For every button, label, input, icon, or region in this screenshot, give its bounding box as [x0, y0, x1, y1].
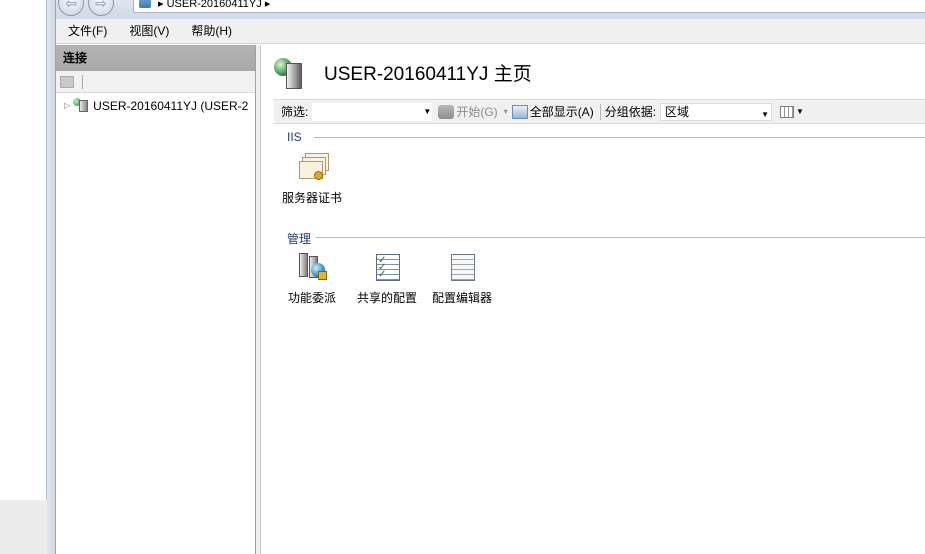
filter-toolbar: 筛选: ▼ 开始(G) ▾ 全部显示(A) 分组依据: 区域 ▼ ▼	[274, 99, 925, 124]
tree-node-server[interactable]: ▷ USER-20160411YJ (USER-2	[64, 98, 248, 113]
feature-delegation[interactable]: 功能委派	[275, 251, 349, 306]
menu-bar: 文件(F) 视图(V) 帮助(H)	[56, 19, 925, 44]
chevron-down-icon[interactable]: ▼	[423, 107, 431, 116]
toolbar-separator	[82, 74, 83, 89]
feature-server-certificates[interactable]: 服务器证书	[275, 151, 349, 206]
start-filter-button[interactable]: 开始(G)	[438, 103, 498, 120]
section-management: 管理	[274, 230, 925, 247]
page-title: USER-20160411YJ 主页	[324, 64, 532, 85]
view-mode-button[interactable]: ▼	[780, 105, 804, 118]
group-by-value: 区域	[665, 104, 690, 119]
show-all-button[interactable]: 全部显示(A)	[511, 103, 594, 120]
filter-label: 筛选:	[281, 105, 309, 119]
feature-shared-configuration[interactable]: ✓ ✓ ✓ 共享的配置	[350, 251, 424, 306]
group-by-select[interactable]: 区域 ▼	[660, 102, 773, 121]
binoculars-icon	[438, 104, 455, 119]
section-iis: IIS	[274, 130, 925, 144]
desktop-strip-bottom	[0, 500, 47, 554]
back-button[interactable]: ⇦	[58, 0, 84, 16]
menu-view[interactable]: 视图(V)	[117, 19, 179, 44]
feature-label: 服务器证书	[281, 191, 342, 205]
menu-file[interactable]: 文件(F)	[56, 19, 117, 44]
filter-input[interactable]: ▼	[312, 102, 433, 121]
menu-help[interactable]: 帮助(H)	[179, 19, 242, 44]
configuration-editor-icon	[445, 251, 479, 285]
connect-icon[interactable]	[60, 75, 74, 88]
pane-splitter[interactable]	[256, 45, 261, 554]
server-icon	[73, 98, 89, 113]
feature-label: 共享的配置	[356, 291, 417, 305]
chevron-down-icon[interactable]: ▾	[504, 107, 508, 116]
section-divider	[314, 237, 925, 238]
server-icon	[139, 0, 151, 8]
address-bar[interactable]: ▸ USER-20160411YJ ▸	[133, 0, 925, 13]
expand-icon[interactable]: ▷	[64, 101, 70, 110]
toolbar-separator	[599, 103, 601, 120]
chevron-down-icon: ▼	[761, 109, 770, 119]
section-label: 管理	[287, 230, 317, 247]
address-path: ▸ USER-20160411YJ ▸	[158, 0, 271, 10]
forward-arrow-icon: ⇨	[95, 0, 107, 11]
desktop-strip	[0, 0, 47, 554]
navigation-bar: ⇦ ⇨ ▸ USER-20160411YJ ▸	[56, 0, 925, 19]
feature-label: 配置编辑器	[431, 291, 492, 305]
group-by-label: 分组依据:	[604, 105, 657, 119]
window-frame	[47, 0, 56, 554]
show-all-icon	[511, 104, 528, 119]
section-label: IIS	[287, 130, 307, 144]
tree-node-label: USER-20160411YJ (USER-2	[93, 98, 249, 113]
shared-configuration-icon: ✓ ✓ ✓	[370, 251, 404, 285]
forward-button[interactable]: ⇨	[88, 0, 114, 16]
section-divider	[314, 137, 925, 138]
start-filter-label: 开始(G)	[456, 105, 498, 119]
server-home-icon	[274, 57, 308, 91]
feature-configuration-editor[interactable]: 配置编辑器	[425, 251, 499, 306]
main-content: USER-20160411YJ 主页 筛选: ▼ 开始(G) ▾ 全部显示(A)…	[262, 45, 925, 554]
server-certificates-icon	[295, 151, 329, 185]
connections-toolbar	[56, 71, 255, 93]
view-grid-icon	[780, 105, 795, 118]
feature-delegation-icon	[295, 251, 329, 285]
feature-label: 功能委派	[287, 291, 336, 305]
connections-header: 连接	[56, 45, 255, 71]
connections-pane: 连接 ▷ USER-20160411YJ (USER-2	[56, 45, 256, 554]
show-all-label: 全部显示(A)	[529, 105, 594, 119]
back-arrow-icon: ⇦	[65, 0, 77, 11]
